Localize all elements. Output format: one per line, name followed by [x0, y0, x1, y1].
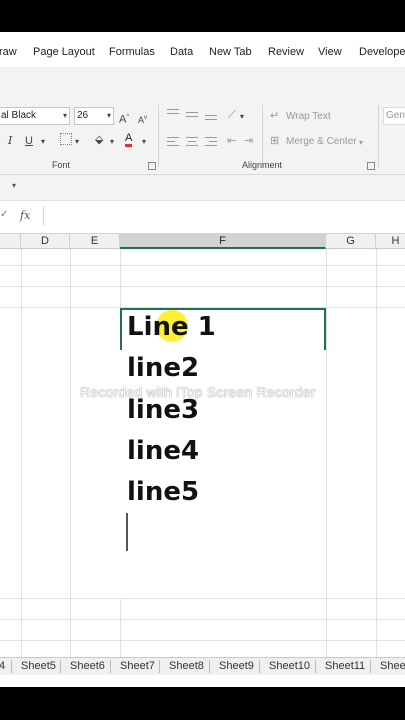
customize-qat-icon[interactable]: ▾ — [12, 181, 16, 190]
cancel-icon[interactable]: ✓ — [0, 209, 8, 220]
column-header-e[interactable]: E — [70, 234, 120, 249]
number-format-value: Gene — [386, 110, 405, 121]
group-separator — [158, 105, 159, 167]
sheet-tab-sheet10[interactable]: Sheet10 — [269, 660, 310, 672]
sheet-tab-sheet5[interactable]: Sheet5 — [21, 660, 56, 672]
font-size-box[interactable]: 26 ▾ — [74, 107, 114, 125]
tab-formulas[interactable]: Formulas — [109, 46, 155, 58]
font-name-value: al Black — [1, 110, 37, 121]
font-group-label: Font — [52, 160, 71, 170]
tab-review[interactable]: Review — [268, 46, 304, 58]
column-header-g[interactable]: G — [326, 234, 376, 249]
tab-data[interactable]: Data — [170, 46, 193, 58]
cell-line-4: line4 — [127, 436, 200, 466]
tab-draw[interactable]: raw — [0, 46, 17, 58]
recorder-watermark: Recorded with iTop Screen Recorder — [80, 384, 316, 400]
chevron-down-icon[interactable]: ▾ — [359, 136, 363, 150]
sheet-tab-sheet11[interactable]: Sheet11 — [325, 660, 365, 672]
sheet-tab-sheet9[interactable]: Sheet9 — [219, 660, 254, 672]
group-separator — [378, 105, 379, 167]
column-header-h[interactable]: H — [376, 234, 405, 249]
tab-developer[interactable]: Develope — [359, 46, 405, 58]
underline-dropdown-icon[interactable]: ▾ — [41, 135, 45, 149]
borders-icon[interactable] — [60, 133, 72, 145]
excel-window: raw Page Layout Formulas Data New Tab Re… — [0, 32, 405, 687]
chevron-down-icon[interactable]: ▾ — [142, 135, 146, 149]
formula-input[interactable] — [43, 206, 405, 226]
wrap-text-button[interactable]: Wrap Text — [286, 110, 331, 124]
font-color-button[interactable]: A — [125, 132, 133, 147]
decrease-indent-icon[interactable]: ⇤ — [227, 134, 236, 148]
sheet-tab-bar: 4 Sheet5 Sheet6 Sheet7 Sheet8 Sheet9 She… — [0, 657, 405, 675]
wrap-text-icon[interactable]: ↵ — [270, 109, 279, 123]
column-header-f[interactable]: F — [120, 234, 326, 249]
insert-function-button[interactable]: fx — [20, 209, 30, 222]
number-format-box[interactable]: Gene — [383, 107, 405, 125]
chevron-down-icon: ▾ — [62, 111, 67, 120]
sheet-tab-sheet7[interactable]: Sheet7 — [120, 660, 155, 672]
shrink-font-button[interactable]: Av — [138, 111, 147, 127]
merge-icon[interactable]: ⊞ — [270, 134, 279, 148]
alignment-group-label: Alignment — [242, 160, 283, 170]
sheet-tab-sheet6[interactable]: Sheet6 — [70, 660, 105, 672]
group-separator — [262, 105, 263, 167]
quick-access-toolbar: ▾ — [0, 175, 405, 201]
merge-center-button[interactable]: Merge & Center — [286, 135, 357, 149]
orientation-icon[interactable]: ⟋ — [228, 108, 236, 122]
sheet-tab-sheet8[interactable]: Sheet8 — [169, 660, 204, 672]
chevron-down-icon[interactable]: ▾ — [240, 110, 244, 124]
ribbon-tab-bar: raw Page Layout Formulas Data New Tab Re… — [0, 32, 405, 67]
cell-line-2: line2 — [127, 353, 200, 383]
text-cursor — [126, 513, 128, 551]
column-header-c[interactable] — [0, 234, 21, 249]
ribbon: al Black ▾ 26 ▾ A^ Av I U ▾ ▾ ⬙ ▾ A ▾ Fo… — [0, 67, 405, 175]
tab-new-tab[interactable]: New Tab — [209, 46, 252, 58]
underline-button[interactable]: U — [25, 134, 33, 148]
chevron-down-icon[interactable]: ▾ — [110, 135, 114, 149]
cell-line-5: line5 — [127, 477, 200, 507]
italic-button[interactable]: I — [8, 134, 12, 148]
cell-line-1: Line 1 — [127, 312, 216, 342]
column-headers: D E F G H — [0, 234, 405, 249]
increase-indent-icon[interactable]: ⇥ — [244, 134, 253, 148]
worksheet-grid[interactable]: Line 1 line2 line3 line4 line5 Recorded … — [0, 249, 405, 657]
tab-view[interactable]: View — [318, 46, 342, 58]
dialog-launcher-icon[interactable] — [367, 162, 375, 170]
chevron-down-icon[interactable]: ▾ — [75, 135, 79, 149]
fill-color-icon[interactable]: ⬙ — [95, 133, 103, 147]
font-size-value: 26 — [77, 110, 89, 121]
tab-page-layout[interactable]: Page Layout — [33, 46, 95, 58]
chevron-down-icon: ▾ — [106, 111, 111, 120]
column-header-d[interactable]: D — [21, 234, 70, 249]
dialog-launcher-icon[interactable] — [148, 162, 156, 170]
font-name-box[interactable]: al Black ▾ — [0, 107, 70, 125]
formula-bar: ✓ fx — [0, 202, 405, 234]
grow-font-button[interactable]: A^ — [119, 110, 129, 127]
sheet-tab-sheet12[interactable]: Shee — [380, 660, 405, 672]
sheet-tab-4[interactable]: 4 — [0, 660, 5, 672]
